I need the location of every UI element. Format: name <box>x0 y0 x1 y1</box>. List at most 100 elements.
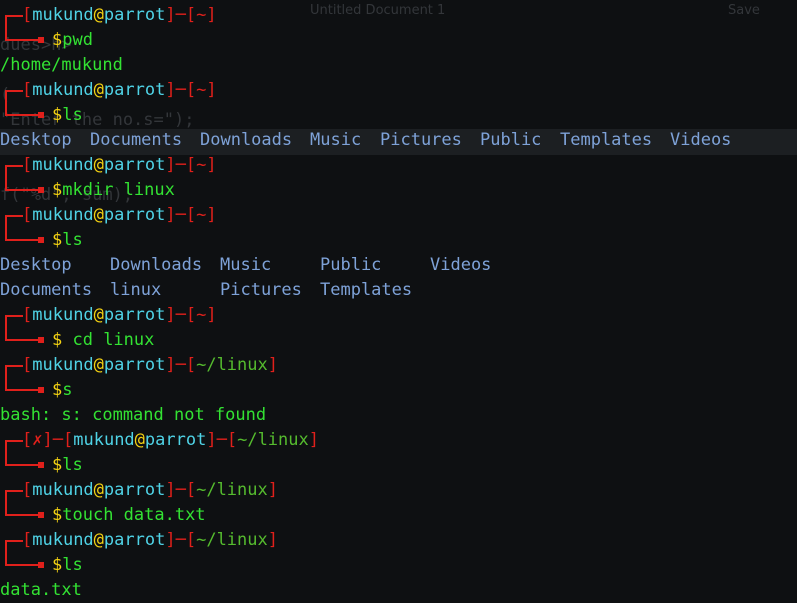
prompt-corner-top-icon <box>0 478 23 503</box>
prompt-directory: ~ <box>196 305 207 325</box>
bracket-open: [ <box>185 205 197 225</box>
prompt-corner-bottom-icon <box>0 553 44 578</box>
directory-entry[interactable]: Desktop <box>0 128 72 153</box>
bracket-open: [ <box>185 155 197 175</box>
prompt-corner-bottom-icon <box>0 378 44 403</box>
prompt-corner-bottom-icon <box>0 453 44 478</box>
bracket-open: [ <box>185 80 197 100</box>
bracket-open: [ <box>22 5 33 25</box>
ls-output-row: Documents linux Pictures Templates <box>0 278 797 303</box>
command-text[interactable]: pwd <box>62 30 93 50</box>
command-output: bash: s: command not found <box>0 405 267 425</box>
directory-entry[interactable]: Public <box>320 253 381 278</box>
prompt-directory: ~/linux <box>196 480 268 500</box>
bracket-close: ] <box>42 430 53 450</box>
prompt-directory: ~/linux <box>196 530 268 550</box>
prompt-at: @ <box>93 205 104 225</box>
bracket-open: [ <box>185 5 197 25</box>
prompt-directory: ~ <box>196 5 207 25</box>
prompt-dollar: $ <box>52 230 63 250</box>
prompt-command-line: $ls <box>0 228 797 253</box>
prompt-dash: ─ <box>175 155 186 175</box>
prompt-corner-bottom-icon <box>0 178 44 203</box>
directory-entry[interactable]: Downloads <box>200 128 292 153</box>
directory-entry[interactable]: Videos <box>670 128 731 153</box>
directory-entry[interactable]: Templates <box>560 128 652 153</box>
directory-entry[interactable]: Templates <box>320 278 412 303</box>
bracket-open: [ <box>226 430 238 450</box>
bracket-close: ] <box>267 530 278 550</box>
prompt-header: [mukund@parrot]─[~] <box>0 78 797 103</box>
prompt-dollar: $ <box>52 330 63 350</box>
command-text[interactable]: ls <box>62 105 82 125</box>
command-text[interactable]: ls <box>62 455 82 475</box>
directory-entry[interactable]: Pictures <box>220 278 302 303</box>
prompt-directory: ~ <box>196 80 207 100</box>
prompt-dollar: $ <box>52 30 63 50</box>
command-text[interactable]: mkdir linux <box>62 180 175 200</box>
prompt-dash: ─ <box>52 430 63 450</box>
prompt-host: parrot <box>103 80 166 100</box>
prompt-host: parrot <box>103 155 166 175</box>
prompt-host: parrot <box>103 530 166 550</box>
bracket-open: [ <box>63 430 74 450</box>
bracket-open: [ <box>185 530 197 550</box>
prompt-corner-bottom-icon <box>0 503 44 528</box>
prompt-arrow-icon <box>38 562 44 568</box>
prompt-arrow-icon <box>38 237 44 243</box>
bracket-close: ] <box>165 205 176 225</box>
prompt-dollar: $ <box>52 505 63 525</box>
command-text[interactable]: touch data.txt <box>62 505 205 525</box>
directory-entry[interactable]: Music <box>310 128 361 153</box>
prompt-user: mukund <box>32 155 94 175</box>
prompt-user: mukund <box>32 355 94 375</box>
directory-entry[interactable]: Documents <box>90 128 182 153</box>
prompt-corner-bottom-icon <box>0 328 44 353</box>
directory-entry[interactable]: Documents <box>0 278 92 303</box>
prompt-dash: ─ <box>175 355 186 375</box>
error-mark-icon: ✗ <box>32 430 43 450</box>
directory-entry[interactable]: linux <box>110 278 161 303</box>
prompt-host: parrot <box>103 305 166 325</box>
bracket-open: [ <box>185 480 197 500</box>
command-text[interactable]: ls <box>62 555 82 575</box>
prompt-command-line: $ls <box>0 553 797 578</box>
prompt-dash: ─ <box>175 205 186 225</box>
prompt-arrow-icon <box>38 337 44 343</box>
terminal-output[interactable]: [mukund@parrot]─[~] $pwd/home/mukund [muku… <box>0 3 797 603</box>
bracket-open: [ <box>22 355 33 375</box>
prompt-header: [mukund@parrot]─[~/linux] <box>0 353 797 378</box>
command-text[interactable]: ls <box>62 230 82 250</box>
command-text[interactable]: cd linux <box>62 330 154 350</box>
prompt-user: mukund <box>32 305 94 325</box>
bracket-close: ] <box>165 480 176 500</box>
prompt-arrow-icon <box>38 187 44 193</box>
bracket-open: [ <box>22 155 33 175</box>
command-text[interactable]: s <box>62 380 72 400</box>
prompt-header: [mukund@parrot]─[~] <box>0 3 797 28</box>
bracket-close: ] <box>206 155 217 175</box>
prompt-corner-top-icon <box>0 528 23 553</box>
prompt-user: mukund <box>32 205 94 225</box>
prompt-dash: ─ <box>175 530 186 550</box>
bracket-open: [ <box>185 305 197 325</box>
directory-entry[interactable]: Pictures <box>380 128 462 153</box>
ls-output-row: Desktop Documents Downloads Music Pictures Pu… <box>0 128 797 153</box>
directory-entry[interactable]: Desktop <box>0 253 72 278</box>
prompt-host: parrot <box>103 5 166 25</box>
bracket-close: ] <box>267 480 278 500</box>
directory-entry[interactable]: Videos <box>430 253 491 278</box>
prompt-corner-top-icon <box>0 153 23 178</box>
directory-entry[interactable]: Public <box>480 128 541 153</box>
prompt-at: @ <box>93 480 104 500</box>
prompt-directory: ~/linux <box>237 430 309 450</box>
prompt-command-line: $s <box>0 378 797 403</box>
bracket-open: [ <box>22 480 33 500</box>
bracket-close: ] <box>206 80 217 100</box>
prompt-command-line: $ls <box>0 453 797 478</box>
directory-entry[interactable]: Downloads <box>110 253 202 278</box>
prompt-user: mukund <box>32 80 94 100</box>
directory-entry[interactable]: Music <box>220 253 271 278</box>
prompt-dollar: $ <box>52 180 63 200</box>
bracket-close: ] <box>206 305 217 325</box>
